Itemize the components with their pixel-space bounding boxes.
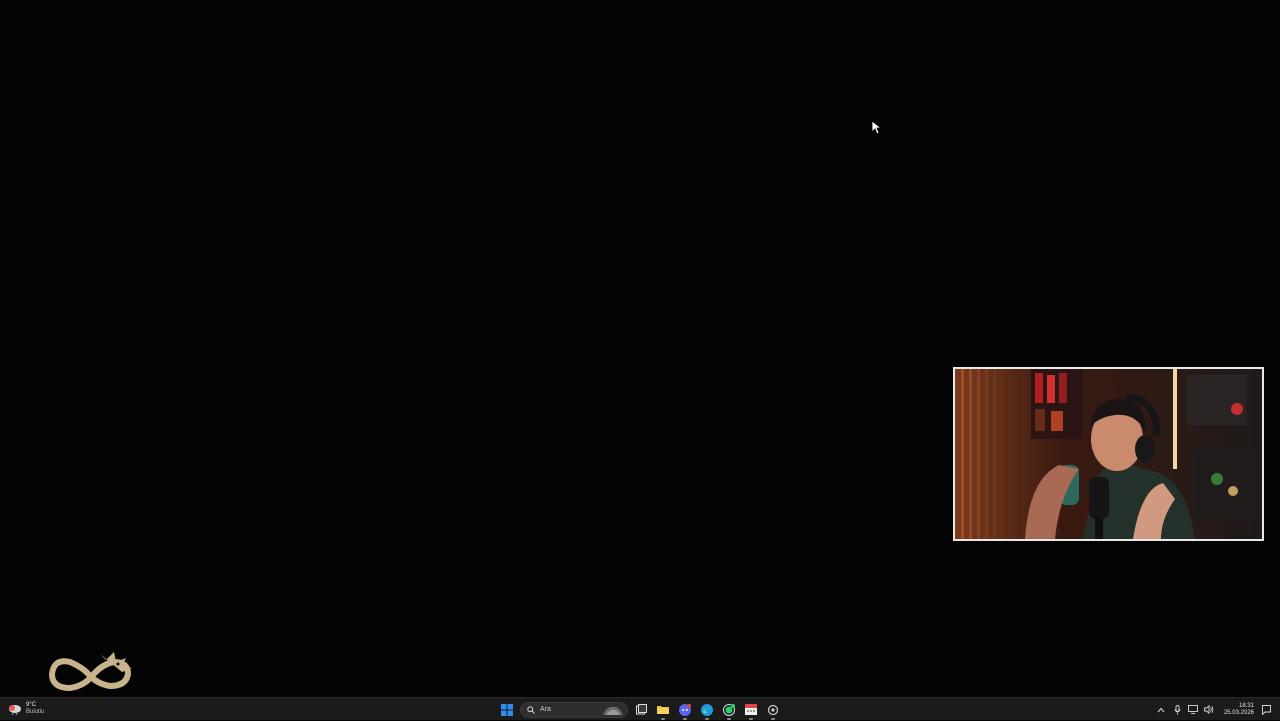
weather-widget[interactable]: 9°C Bulutlu [8, 700, 44, 718]
show-hidden-icons-button[interactable] [1156, 704, 1167, 715]
clock[interactable]: 18:31 25.03.2026 [1224, 703, 1254, 717]
calendar-app-icon [745, 704, 757, 715]
webcam-overlay [953, 367, 1264, 541]
search-icon [527, 705, 535, 714]
whatsapp-icon [723, 703, 735, 716]
task-view-button[interactable] [632, 701, 650, 719]
start-icon [501, 703, 513, 716]
chevron-up-icon [1158, 707, 1165, 712]
webcam-image [955, 369, 1262, 539]
discord-button[interactable] [676, 701, 694, 720]
settings-icon [767, 704, 779, 715]
taskbar: 9°C Bulutlu Ara 18:31 25.03.2026 [0, 697, 1280, 720]
notification-button[interactable] [1261, 704, 1272, 715]
start-button[interactable] [498, 701, 516, 719]
mouse-cursor-icon [872, 121, 882, 135]
desktop[interactable] [0, 0, 1280, 697]
search-placeholder: Ara [540, 706, 551, 713]
file-explorer-button[interactable] [654, 701, 672, 720]
cloud-rain-icon [8, 703, 22, 716]
volume-button[interactable] [1204, 704, 1215, 715]
volume-icon [1204, 705, 1214, 714]
whatsapp-button[interactable] [720, 701, 738, 720]
clock-date: 25.03.2026 [1223, 709, 1254, 716]
edge-button[interactable] [698, 701, 716, 720]
notification-icon [1262, 704, 1271, 715]
clock-time: 18:31 [1238, 702, 1254, 709]
dragon-logo-icon [49, 652, 132, 691]
network-icon [1188, 705, 1199, 714]
taskbar-center: Ara [498, 700, 782, 720]
search-highlight-icon [603, 706, 623, 715]
weather-condition: Bulutlu [26, 709, 45, 715]
network-button[interactable] [1188, 704, 1199, 715]
task-view-icon [635, 704, 647, 715]
calendar-app-button[interactable] [742, 701, 760, 720]
settings-button[interactable] [764, 701, 782, 720]
search-box[interactable]: Ara [520, 701, 628, 718]
file-explorer-icon [657, 706, 669, 714]
microphone-icon [1174, 704, 1181, 714]
system-tray: 18:31 25.03.2026 [1156, 700, 1272, 719]
microphone-button[interactable] [1172, 704, 1183, 715]
weather-temperature: 9°C [26, 702, 37, 708]
edge-icon [701, 703, 713, 716]
discord-icon [679, 703, 691, 716]
